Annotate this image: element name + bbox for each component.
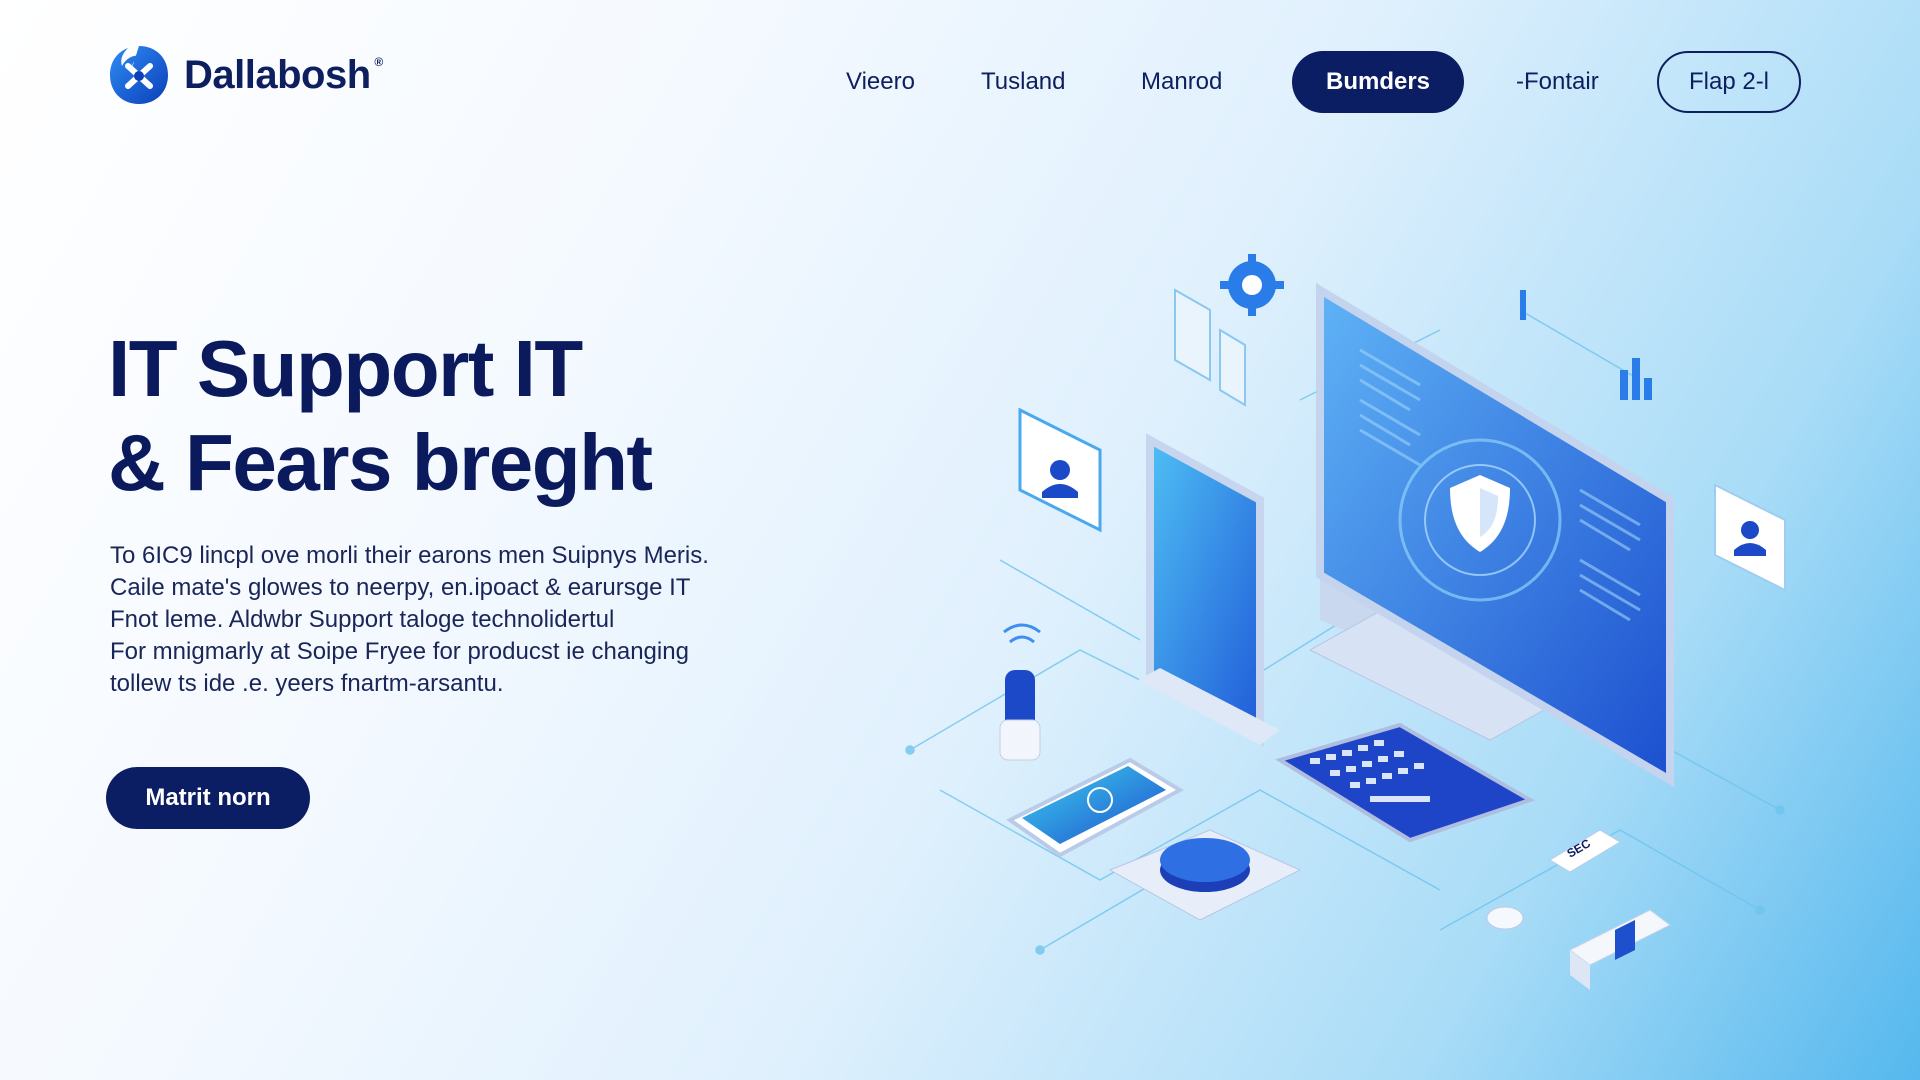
storage-block-icon bbox=[1569, 909, 1671, 990]
brand-name: Dallabosh ® bbox=[184, 52, 383, 97]
security-badge-icon: SEC bbox=[1549, 829, 1621, 873]
wifi-icon bbox=[1003, 623, 1041, 644]
hero-body-line: tollew ts ide .e. yeers fnartm-arsantu. bbox=[110, 670, 504, 697]
nav-item-bumders-active[interactable]: Bumders bbox=[1292, 51, 1464, 113]
mouse-icon bbox=[1486, 906, 1524, 930]
nav-outline-button[interactable]: Flap 2-l bbox=[1657, 51, 1801, 113]
nav-item-fontair[interactable]: -Fontair bbox=[1516, 51, 1599, 113]
swirl-logo-icon bbox=[110, 46, 168, 104]
hero-body-line: For mnigmarly at Soipe Fryee for producs… bbox=[110, 638, 689, 665]
phone-icon bbox=[1006, 757, 1185, 858]
document-icon bbox=[1174, 288, 1246, 407]
hero-title-line-1: IT Support IT bbox=[108, 324, 583, 413]
landing-page: Dallabosh ® Vieero Tusland Manrod Bumders… bbox=[0, 0, 1920, 1080]
cta-button[interactable]: Matrit norn bbox=[106, 767, 310, 829]
it-support-illustration: SEC bbox=[905, 254, 1786, 990]
hero-title-line-2: & Fears breght bbox=[108, 418, 653, 507]
hero-title: IT Support IT & Fears breght bbox=[108, 322, 828, 510]
gear-icon bbox=[1220, 254, 1284, 316]
nav-item-manrod[interactable]: Manrod bbox=[1141, 51, 1222, 113]
hero-body-line: To 6IC9 lincpl ove morli their earons me… bbox=[110, 542, 709, 569]
nav-item-tusland[interactable]: Tusland bbox=[981, 51, 1066, 113]
user-card-icon bbox=[1018, 407, 1102, 533]
hero-description: To 6IC9 lincpl ove morli their earons me… bbox=[110, 540, 810, 700]
nav-item-vieero[interactable]: Vieero bbox=[846, 51, 915, 113]
registered-mark: ® bbox=[374, 54, 383, 69]
site-header: Dallabosh ® Vieero Tusland Manrod Bumders… bbox=[0, 0, 1920, 160]
usb-icon bbox=[999, 670, 1041, 761]
tablet-icon bbox=[1138, 433, 1280, 747]
hero-body-line: Caile mate's glowes to neerpy, en.ipoact… bbox=[110, 574, 691, 601]
user-card-icon bbox=[1714, 483, 1786, 592]
brand-logo[interactable]: Dallabosh ® bbox=[108, 44, 383, 106]
hero-body-line: Fnot leme. Aldwbr Support taloge technol… bbox=[110, 606, 615, 633]
router-icon bbox=[1108, 829, 1302, 921]
bar-chart-icon bbox=[1520, 290, 1652, 400]
main-nav: Vieero Tusland Manrod Bumders -Fontair F… bbox=[800, 51, 1801, 113]
